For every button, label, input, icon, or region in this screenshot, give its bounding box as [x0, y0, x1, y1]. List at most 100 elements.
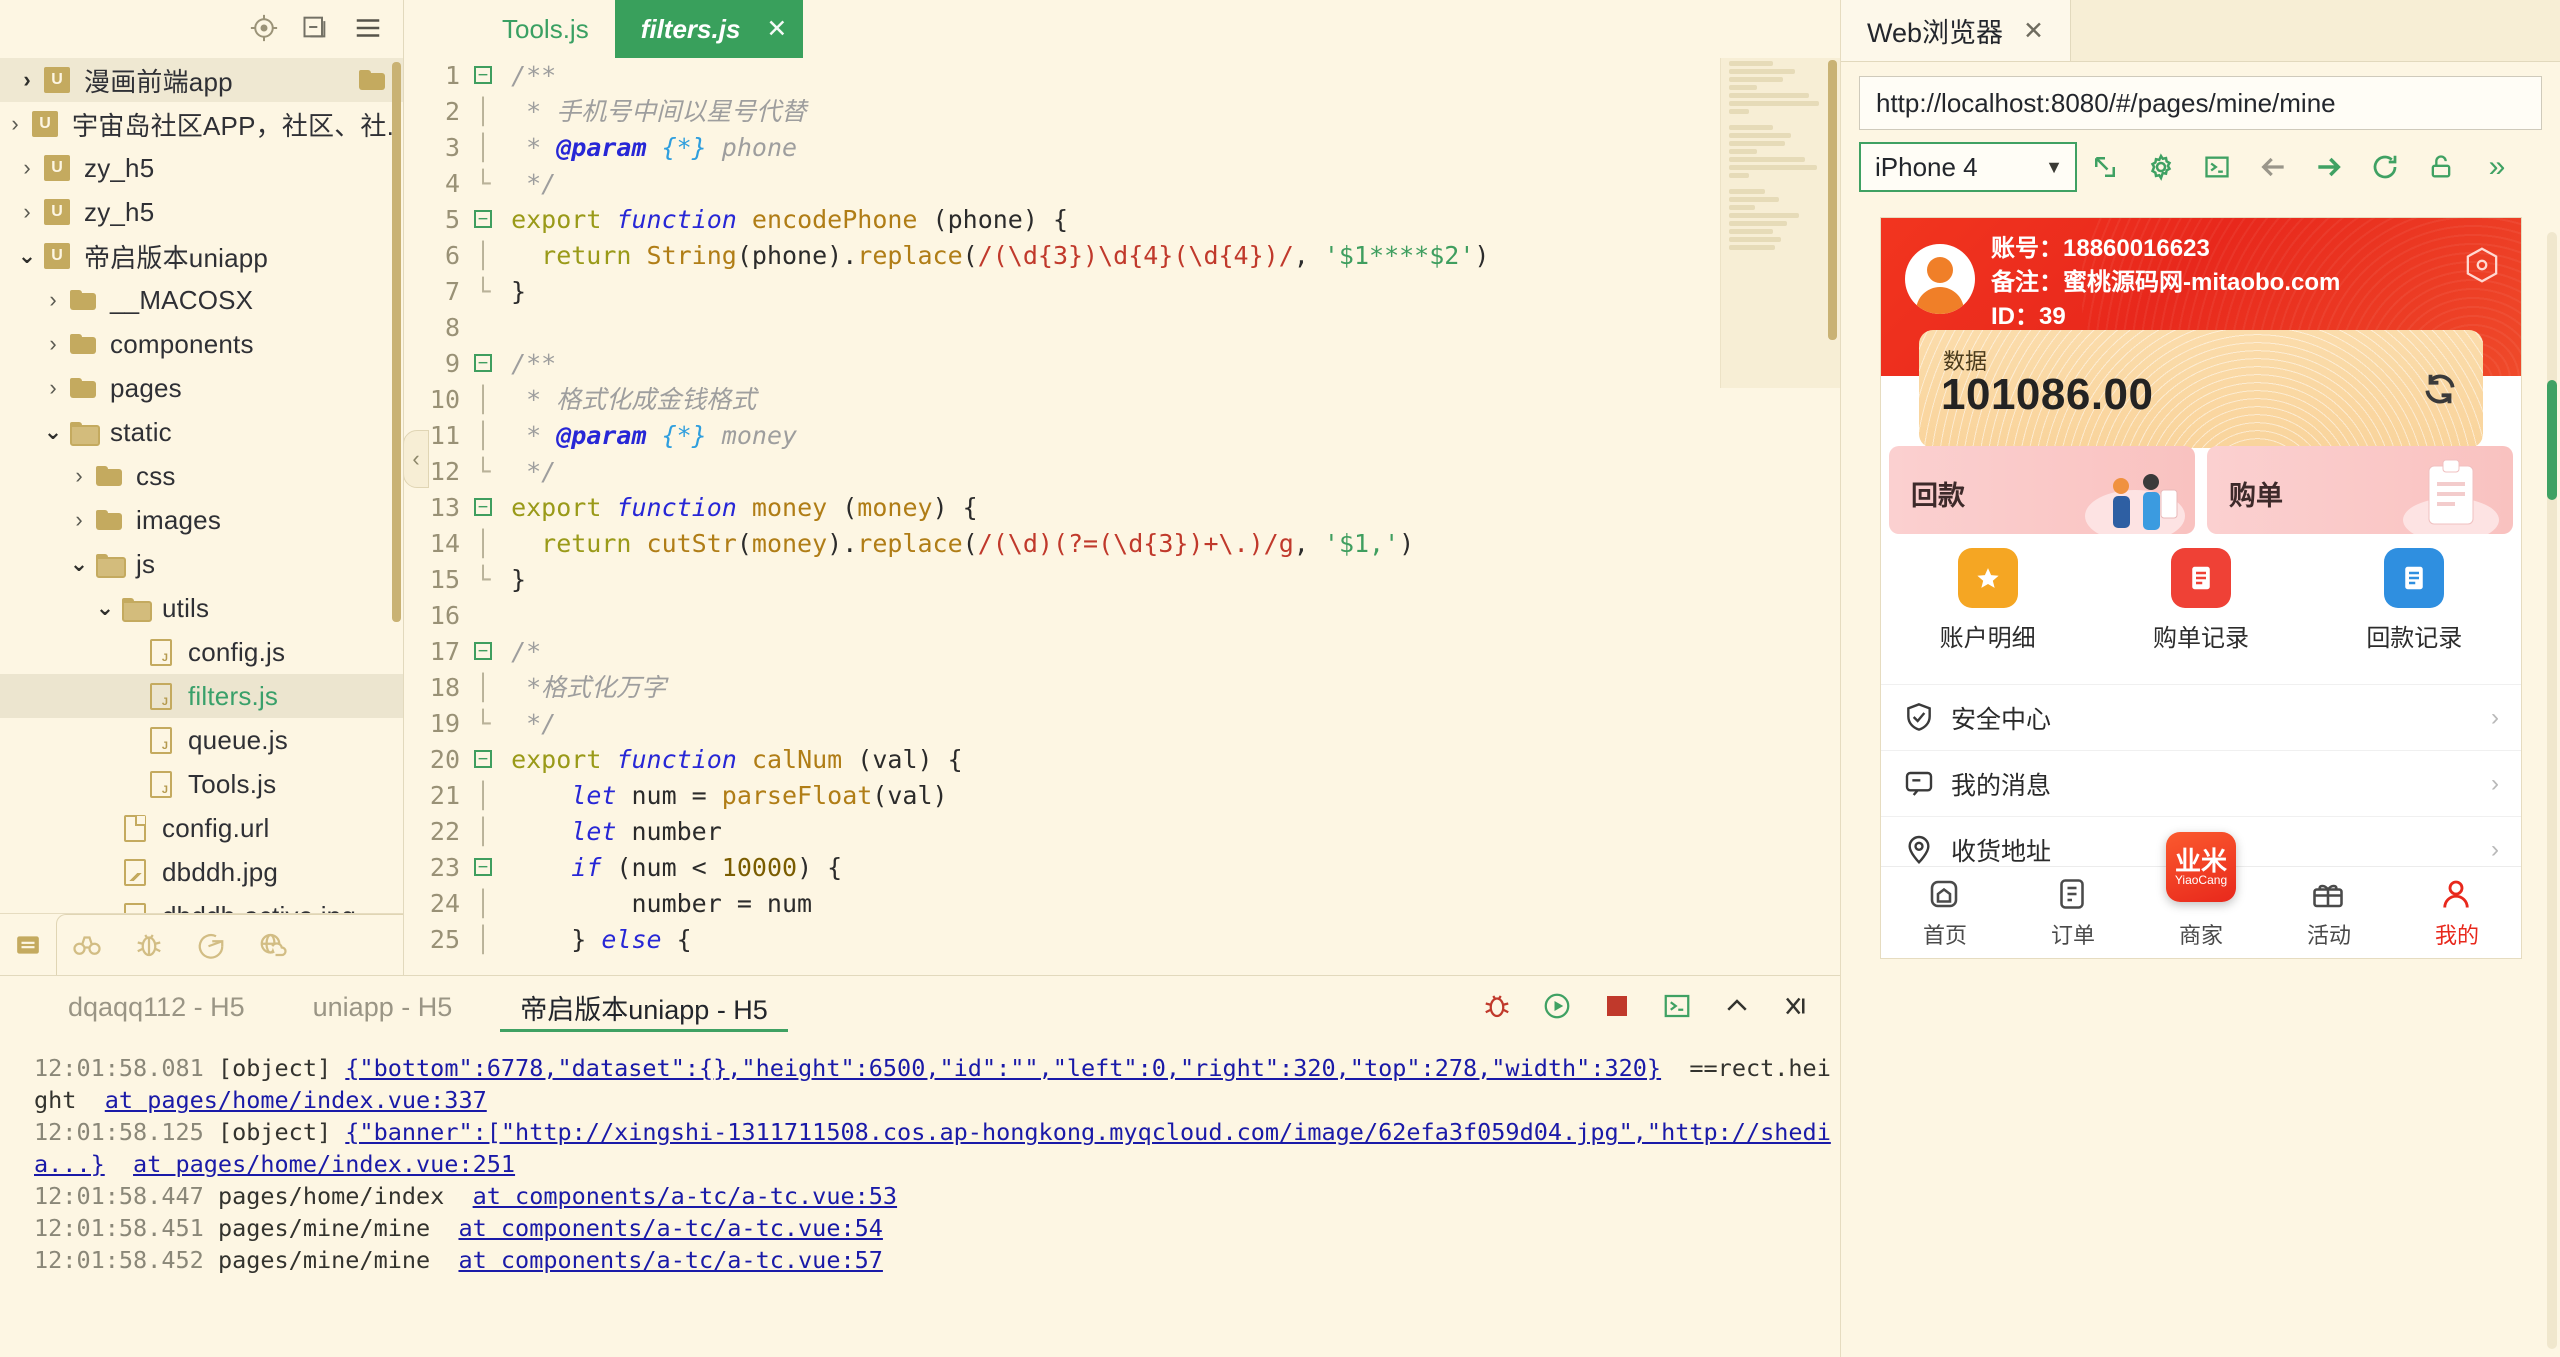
chevron-right-icon[interactable]: ›: [64, 463, 94, 489]
cloud-globe-icon[interactable]: [242, 914, 304, 976]
run-icon[interactable]: [1542, 991, 1574, 1023]
tree-item[interactable]: › pages: [0, 366, 403, 410]
chevron-right-icon[interactable]: ›: [38, 287, 68, 313]
binoculars-icon[interactable]: [56, 914, 118, 976]
tree-item[interactable]: › Uzy_h5: [0, 190, 403, 234]
close-icon[interactable]: ✕: [2023, 16, 2044, 46]
quick-action-repay-record[interactable]: 回款记录: [2308, 548, 2521, 653]
project-explorer-icon[interactable]: [0, 914, 56, 976]
tree-item[interactable]: dbddh-active.jpg: [0, 894, 403, 913]
list-item-security[interactable]: 安全中心 ›: [1881, 684, 2521, 750]
quick-action-account-detail[interactable]: 账户明细: [1881, 548, 2094, 653]
tree-item[interactable]: › U 宇宙岛社区APP，社区、社...: [0, 102, 403, 146]
unlock-icon[interactable]: [2413, 142, 2469, 192]
chevron-right-icon[interactable]: ›: [38, 331, 68, 357]
back-arrow-icon[interactable]: [2245, 142, 2301, 192]
tabbar-item-home[interactable]: 首页: [1881, 876, 2009, 950]
browser-tab[interactable]: Web浏览器 ✕: [1841, 0, 2071, 61]
list-item-messages[interactable]: 我的消息 ›: [1881, 750, 2521, 816]
log-source-link[interactable]: at components/a-tc/a-tc.vue:57: [458, 1246, 882, 1274]
chevron-right-icon[interactable]: ›: [64, 507, 94, 533]
reload-icon[interactable]: [2357, 142, 2413, 192]
scan-hex-icon[interactable]: [2465, 246, 2499, 284]
editor-tab-tools[interactable]: Tools.js: [476, 0, 615, 58]
tree-item[interactable]: › Uzy_h5: [0, 146, 403, 190]
log-source-link[interactable]: at components/a-tc/a-tc.vue:53: [473, 1182, 897, 1210]
bug-icon[interactable]: [118, 914, 180, 976]
console-tab-dqaqq112[interactable]: dqaqq112 - H5: [34, 976, 279, 1038]
console-tab-uniapp[interactable]: uniapp - H5: [279, 976, 487, 1038]
device-select[interactable]: iPhone 4 ▼: [1859, 142, 2077, 192]
avatar[interactable]: [1905, 244, 1975, 314]
sidebar-scrollbar[interactable]: [392, 62, 401, 622]
tree-item[interactable]: › components: [0, 322, 403, 366]
preview-scrollbar[interactable]: [2547, 380, 2557, 500]
tree-item[interactable]: › css: [0, 454, 403, 498]
chevron-right-icon[interactable]: ›: [0, 111, 30, 137]
tree-item[interactable]: › __MACOSX: [0, 278, 403, 322]
merchant-fab-button[interactable]: 业米 YiaoCang: [2166, 832, 2236, 902]
chevron-down-icon[interactable]: ⌄: [38, 419, 68, 445]
more-chevrons-icon[interactable]: »: [2469, 142, 2525, 192]
tree-item[interactable]: › U 漫画前端app: [0, 58, 403, 102]
editor-scrollbar[interactable]: [1828, 60, 1837, 340]
debug-icon[interactable]: [1482, 991, 1514, 1023]
tree-item[interactable]: filters.js: [0, 674, 403, 718]
close-icon[interactable]: ✕: [766, 14, 787, 44]
tree-item[interactable]: ⌄ utils: [0, 586, 403, 630]
locate-icon[interactable]: [249, 13, 279, 43]
tree-item[interactable]: › images: [0, 498, 403, 542]
chevron-right-icon[interactable]: ›: [12, 67, 42, 93]
forward-arrow-icon[interactable]: [2301, 142, 2357, 192]
message-icon: [1903, 767, 1937, 801]
editor-tab-filters[interactable]: filters.js ✕: [614, 0, 804, 58]
log-source-link[interactable]: at components/a-tc/a-tc.vue:54: [458, 1214, 882, 1242]
tree-item[interactable]: Tools.js: [0, 762, 403, 806]
log-source-link[interactable]: at pages/home/index.vue:251: [133, 1150, 515, 1178]
code-minimap[interactable]: [1720, 58, 1840, 388]
chevron-right-icon[interactable]: ›: [12, 155, 42, 181]
terminal-share-icon[interactable]: [180, 914, 242, 976]
promo-card-huikuan[interactable]: 回款: [1889, 446, 2195, 534]
device-preview[interactable]: 账号：18860016623 备注：蜜桃源码网-mitaobo.com ID：3…: [1881, 218, 2521, 958]
chevron-down-icon[interactable]: ⌄: [12, 243, 42, 269]
tree-item[interactable]: ⌄ js: [0, 542, 403, 586]
tree-item[interactable]: ⌄ U 帝启版本uniapp: [0, 234, 403, 278]
settings-gear-icon[interactable]: [2133, 142, 2189, 192]
code-viewport[interactable]: 1− /** 2 │ * 手机号中间以星号代替 3 │ * @param {*} p…: [404, 58, 1840, 975]
data-card[interactable]: 数据 101086.00: [1919, 330, 2483, 448]
tree-item[interactable]: queue.js: [0, 718, 403, 762]
chevron-down-icon[interactable]: ⌄: [90, 595, 120, 621]
chevron-right-icon[interactable]: ›: [12, 199, 42, 225]
stop-icon[interactable]: [1602, 991, 1634, 1023]
menu-icon[interactable]: [353, 13, 383, 43]
open-external-icon[interactable]: [2077, 142, 2133, 192]
console-tab-diqi[interactable]: 帝启版本uniapp - H5: [486, 976, 802, 1038]
promo-card-goudan[interactable]: 购单: [2207, 446, 2513, 534]
chevron-down-icon[interactable]: ⌄: [64, 551, 94, 577]
log-source-link[interactable]: at pages/home/index.vue:337: [105, 1086, 487, 1114]
log-payload-link[interactable]: {"bottom":6778,"dataset":{},"height":650…: [345, 1054, 1661, 1082]
new-terminal-icon[interactable]: [1662, 991, 1694, 1023]
console-icon[interactable]: [2189, 142, 2245, 192]
refresh-icon[interactable]: [2421, 370, 2459, 408]
tree-item-label: config.js: [188, 636, 286, 667]
url-input[interactable]: http://localhost:8080/#/pages/mine/mine: [1859, 76, 2542, 130]
tree-item[interactable]: config.url: [0, 806, 403, 850]
tabbar-item-mine[interactable]: 我的: [2393, 876, 2521, 950]
sidebar-collapse-handle[interactable]: ‹: [404, 430, 429, 488]
file-tree[interactable]: › U 漫画前端app › U 宇宙岛社区APP，社区、社... › Uzy_h5 › Uzy_h…: [0, 56, 403, 913]
console-output[interactable]: 12:01:58.081 [object] {"bottom":6778,"da…: [0, 1038, 1840, 1357]
tree-item[interactable]: dbddh.jpg: [0, 850, 403, 894]
clear-icon[interactable]: [1782, 991, 1814, 1023]
collapse-icon[interactable]: [1722, 991, 1754, 1023]
quick-action-order-record[interactable]: 购单记录: [2094, 548, 2307, 653]
list-item-label: 安全中心: [1951, 705, 2052, 734]
tree-item[interactable]: config.js: [0, 630, 403, 674]
tabbar-item-activity[interactable]: 活动: [2265, 876, 2393, 950]
editor-tab-label: Tools.js: [502, 13, 589, 44]
tree-item[interactable]: ⌄ static: [0, 410, 403, 454]
chevron-right-icon[interactable]: ›: [38, 375, 68, 401]
tabbar-item-order[interactable]: 订单: [2009, 876, 2137, 950]
collapse-all-icon[interactable]: [301, 13, 331, 43]
